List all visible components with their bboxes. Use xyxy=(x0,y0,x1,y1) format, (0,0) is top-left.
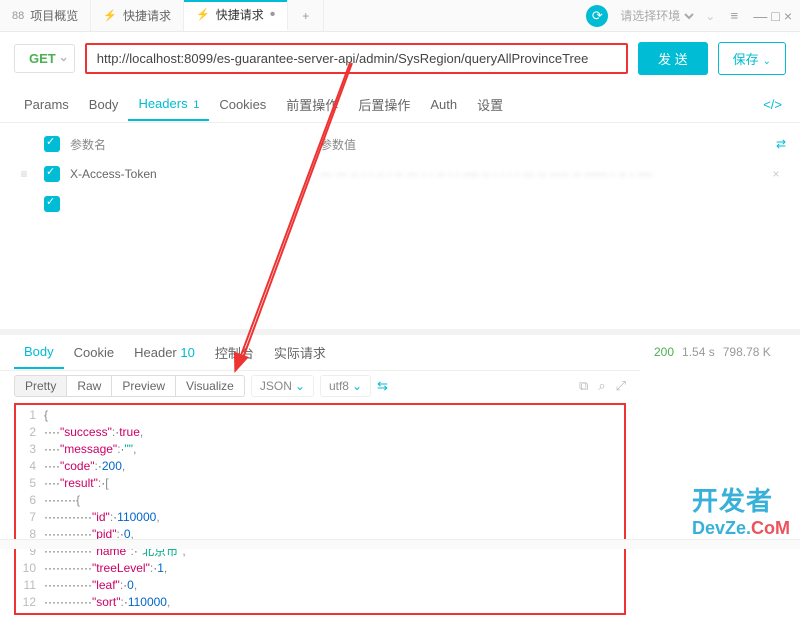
tab-post-scripts[interactable]: 后置操作 xyxy=(348,87,420,122)
lang-select[interactable]: JSON⌄ xyxy=(251,375,314,397)
resp-tab-body[interactable]: Body xyxy=(14,336,64,369)
resp-tab-console[interactable]: 控制台 xyxy=(205,335,264,370)
tab-body[interactable]: Body xyxy=(79,89,129,120)
header-row-empty xyxy=(14,189,786,219)
tab-auth[interactable]: Auth xyxy=(420,89,467,120)
minimize-icon[interactable]: — xyxy=(753,8,767,24)
tab-label: 快捷请求 xyxy=(123,7,171,24)
request-row: GET 发 送 保存 xyxy=(0,32,800,87)
code-line: 3····"message":·"", xyxy=(16,441,624,458)
chevron-down-icon: ⌄ xyxy=(352,379,362,393)
encoding-select[interactable]: utf8⌄ xyxy=(320,375,371,397)
code-line: 1{ xyxy=(16,407,624,424)
tab-pre-scripts[interactable]: 前置操作 xyxy=(276,87,348,122)
view-raw[interactable]: Raw xyxy=(67,375,112,397)
tab-add[interactable]: + xyxy=(288,0,324,31)
drag-handle-icon[interactable]: ≡ xyxy=(14,167,34,181)
search-icon[interactable]: ⌕ xyxy=(598,378,605,394)
resp-tab-header[interactable]: Header 10 xyxy=(124,337,205,368)
tab-label: 项目概览 xyxy=(30,7,78,24)
tab-params[interactable]: Params xyxy=(14,89,79,120)
header-value[interactable]: ··· ··· ·· · · ·· · ·· ··· · · ·· · · ··… xyxy=(320,167,756,181)
window-buttons: — □ × xyxy=(753,8,792,24)
batch-edit-icon[interactable]: ⇄ xyxy=(776,137,786,151)
wrap-icon[interactable]: ⇆ xyxy=(377,378,388,394)
resp-header-count-badge: 10 xyxy=(180,345,194,360)
code-line: 2····"success":·true, xyxy=(16,424,624,441)
code-line: 11············"leaf":·0, xyxy=(16,577,624,594)
checkbox[interactable] xyxy=(44,166,60,182)
tab-project-overview[interactable]: 88 项目概览 xyxy=(0,0,91,31)
close-icon[interactable]: × xyxy=(784,8,792,24)
plus-icon: + xyxy=(302,9,309,23)
code-line: 7············"id":·110000, xyxy=(16,509,624,526)
status-time: 1.54 s xyxy=(682,345,715,359)
tab-headers[interactable]: Headers 1 xyxy=(128,88,209,121)
header-row: ≡ X-Access-Token ··· ··· ·· · · ·· · ·· … xyxy=(14,159,786,189)
tab-settings[interactable]: 设置 xyxy=(467,87,513,122)
copy-icon[interactable]: ⧉ xyxy=(579,378,588,394)
code-icon[interactable]: </> xyxy=(759,97,786,112)
menu-icon[interactable]: ≡ xyxy=(723,5,745,27)
header-key[interactable]: X-Access-Token xyxy=(70,167,310,181)
code-line: 10············"treeLevel":·1, xyxy=(16,560,624,577)
http-method-select[interactable]: GET xyxy=(14,44,75,73)
resp-tab-cookie[interactable]: Cookie xyxy=(64,337,124,368)
request-tabs: Params Body Headers 1 Cookies 前置操作 后置操作 … xyxy=(0,87,800,123)
tab-quick-request-2[interactable]: ⚡ 快捷请求 • xyxy=(184,0,288,31)
checkbox[interactable] xyxy=(44,196,60,212)
tab-cookies[interactable]: Cookies xyxy=(209,89,276,120)
response-body[interactable]: 1{2····"success":·true,3····"message":·"… xyxy=(14,403,626,615)
code-line: 12············"sort":·110000, xyxy=(16,594,624,611)
tab-label: 快捷请求 xyxy=(216,6,264,23)
tab-headers-label: Headers xyxy=(138,96,187,111)
code-line: 5····"result":·[ xyxy=(16,475,624,492)
url-input[interactable] xyxy=(85,43,628,74)
resp-tab-header-label: Header xyxy=(134,345,177,360)
maximize-icon[interactable]: □ xyxy=(771,8,779,24)
status-bar xyxy=(0,539,800,549)
bolt-icon: ⚡ xyxy=(103,9,117,22)
chevron-down-icon: ⌄ xyxy=(295,379,305,393)
view-pretty[interactable]: Pretty xyxy=(14,375,67,397)
checkbox-all[interactable] xyxy=(44,136,60,152)
grid-icon: 88 xyxy=(12,10,24,22)
resp-tab-actual[interactable]: 实际请求 xyxy=(264,335,336,370)
status-size: 798.78 K xyxy=(723,345,771,359)
tab-quick-request-1[interactable]: ⚡ 快捷请求 xyxy=(91,0,184,31)
chevron-down-icon: ⌄ xyxy=(705,9,715,23)
remove-row-icon[interactable]: × xyxy=(766,167,786,181)
view-visualize[interactable]: Visualize xyxy=(176,375,245,397)
headers-table: 参数名 参数值 ⇄ ≡ X-Access-Token ··· ··· ·· · … xyxy=(0,123,800,219)
response-view-bar: Pretty Raw Preview Visualize JSON⌄ utf8⌄… xyxy=(0,370,640,399)
view-preview[interactable]: Preview xyxy=(112,375,176,397)
response-status-pane: 200 1.54 s 798.78 K xyxy=(640,335,800,623)
watermark-logo: 开发者 DevZe.CoM xyxy=(692,481,790,539)
save-button[interactable]: 保存 xyxy=(718,42,786,75)
header-col-key: 参数名 xyxy=(70,136,310,153)
expand-icon[interactable]: ⤢ xyxy=(616,378,626,394)
environment-select[interactable]: 请选择环境 xyxy=(616,8,697,24)
code-line: 6········{ xyxy=(16,492,624,509)
refresh-icon[interactable]: ⟳ xyxy=(586,5,608,27)
bolt-icon: ⚡ xyxy=(196,8,210,21)
headers-count-badge: 1 xyxy=(193,99,199,111)
dirty-dot-icon: • xyxy=(270,11,276,19)
headers-header-row: 参数名 参数值 ⇄ xyxy=(14,129,786,159)
top-tabbar: 88 项目概览 ⚡ 快捷请求 ⚡ 快捷请求 • + ⟳ 请选择环境 ⌄ ≡ — … xyxy=(0,0,800,32)
top-right-controls: ⟳ 请选择环境 ⌄ ≡ — □ × xyxy=(578,0,800,31)
status-code: 200 xyxy=(654,345,674,359)
code-line: 4····"code":·200, xyxy=(16,458,624,475)
response-tabs: Body Cookie Header 10 控制台 实际请求 xyxy=(0,335,640,370)
send-button[interactable]: 发 送 xyxy=(638,42,708,75)
header-col-val: 参数值 xyxy=(320,136,766,153)
